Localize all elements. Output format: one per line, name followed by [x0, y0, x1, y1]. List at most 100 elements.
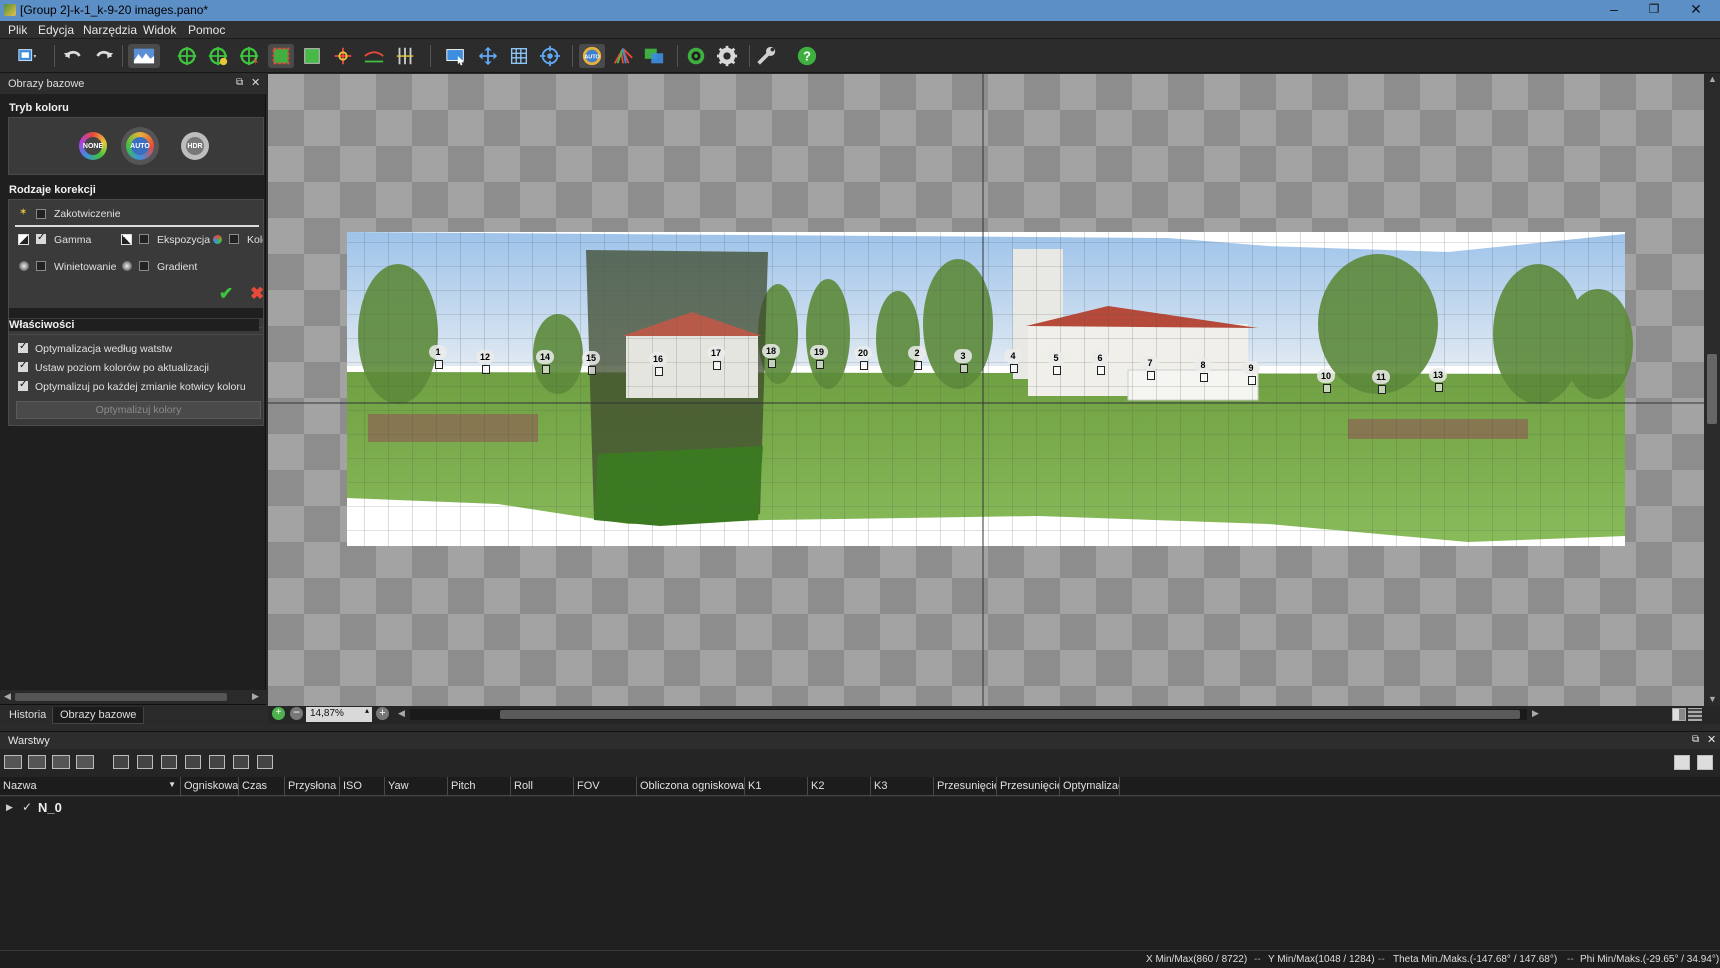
control-point[interactable]: 12 — [476, 350, 494, 376]
add-layer-icon[interactable] — [4, 755, 22, 769]
view-split-icon[interactable] — [1672, 708, 1686, 721]
zoom-input[interactable]: 14,87% ▴ — [306, 706, 372, 722]
mode-none-button[interactable]: NONE — [79, 132, 107, 160]
tab-historia[interactable]: Historia — [2, 707, 53, 724]
menu-edycja[interactable]: Edycja — [38, 23, 74, 37]
add-image-icon[interactable] — [113, 755, 129, 769]
filter-image-icon[interactable] — [209, 755, 225, 769]
settings-icon[interactable] — [714, 44, 740, 68]
layers-float-icon[interactable]: ⧉ — [1692, 734, 1699, 745]
control-point-move-icon[interactable] — [236, 44, 262, 68]
col-pitch[interactable]: Pitch — [448, 777, 511, 796]
zoom-fit-icon[interactable]: + — [272, 707, 285, 720]
control-point[interactable]: 8 — [1194, 358, 1212, 384]
col-optimize[interactable]: Optymalizac — [1060, 777, 1120, 796]
vertical-lines-icon[interactable] — [392, 44, 418, 68]
horizon-icon[interactable] — [361, 44, 387, 68]
layers-close-icon[interactable]: ✕ — [1707, 733, 1716, 746]
gradient-checkbox[interactable] — [139, 261, 149, 271]
control-point[interactable]: 5 — [1047, 351, 1065, 377]
col-k2[interactable]: K2 — [808, 777, 871, 796]
exposure-checkbox[interactable] — [139, 234, 149, 244]
base-image-icon[interactable] — [185, 755, 201, 769]
apply-icon[interactable]: ✔ — [219, 284, 233, 304]
tools-icon[interactable] — [753, 44, 779, 68]
vignetting-checkbox[interactable] — [36, 261, 46, 271]
target-icon[interactable] — [537, 44, 563, 68]
col-k3[interactable]: K3 — [871, 777, 934, 796]
control-point[interactable]: 7 — [1141, 356, 1159, 382]
crop-icon[interactable] — [268, 44, 294, 68]
grid-icon[interactable] — [506, 44, 532, 68]
control-point[interactable]: 11 — [1372, 370, 1390, 396]
settings-layer-icon[interactable] — [76, 755, 94, 769]
cancel-icon[interactable]: ✖ — [250, 284, 263, 304]
view-grid-icon[interactable] — [1688, 708, 1702, 721]
control-point[interactable]: 6 — [1091, 351, 1109, 377]
control-point[interactable]: 10 — [1317, 369, 1335, 395]
control-point[interactable]: 4 — [1004, 349, 1022, 375]
control-point[interactable]: 17 — [707, 346, 725, 372]
anchor-checkbox[interactable] — [36, 209, 46, 219]
help-icon[interactable]: ? — [794, 44, 820, 68]
col-focal[interactable]: Ogniskowa — [181, 777, 239, 796]
color-checkbox[interactable] — [229, 234, 239, 244]
col-shift-x[interactable]: Przesunięcie — [934, 777, 997, 796]
move-icon[interactable] — [475, 44, 501, 68]
menu-widok[interactable]: Widok — [143, 23, 176, 37]
control-point[interactable]: 15 — [582, 351, 600, 377]
canvas-vertical-scrollbar[interactable]: ▲ ▼ — [1704, 74, 1720, 708]
col-aperture[interactable]: Przysłona — [285, 777, 340, 796]
remove-layer-icon[interactable] — [28, 755, 46, 769]
col-fov[interactable]: FOV — [574, 777, 637, 796]
control-point[interactable]: 3 — [954, 349, 972, 375]
menu-narzedzia[interactable]: Narzędzia — [83, 23, 137, 37]
control-point[interactable]: 14 — [536, 350, 554, 376]
menu-plik[interactable]: Plik — [8, 23, 27, 37]
optimize-colors-button[interactable]: Optymalizuj kolory — [16, 401, 261, 419]
panel-layout-alt-icon[interactable] — [1697, 755, 1713, 770]
col-calc-focal[interactable]: Obliczona ogniskowa — [637, 777, 745, 796]
control-point[interactable]: 2 — [908, 346, 926, 372]
table-row[interactable]: ▶ ✓ N_0 — [0, 799, 300, 817]
expand-icon[interactable]: ▶ — [6, 802, 13, 813]
visible-checkbox[interactable]: ✓ — [22, 800, 32, 814]
control-point-optimize-icon[interactable] — [205, 44, 231, 68]
control-point[interactable]: 16 — [649, 352, 667, 378]
float-icon[interactable]: ⧉ — [236, 77, 243, 88]
layout-icon[interactable] — [8, 44, 48, 68]
close-button[interactable]: ✕ — [1676, 0, 1716, 21]
minimize-button[interactable]: – — [1594, 0, 1634, 21]
control-point[interactable]: 1 — [429, 345, 447, 371]
center-icon[interactable] — [330, 44, 356, 68]
sort-image-icon[interactable] — [257, 755, 273, 769]
fit-icon[interactable] — [299, 44, 325, 68]
scroll-left-icon[interactable]: ◀ — [398, 708, 405, 719]
control-point[interactable]: 13 — [1429, 368, 1447, 394]
control-point[interactable]: 9 — [1242, 361, 1260, 387]
color-wheel-icon[interactable] — [610, 44, 636, 68]
panorama-canvas[interactable]: 1 12 14 15 16 17 18 19 20 2 3 4 5 6 7 8 9 10 11 13 — [268, 74, 1704, 708]
canvas-horizontal-scrollbar[interactable] — [410, 709, 1527, 720]
maximize-button[interactable]: ❐ — [1634, 0, 1674, 21]
text-image-icon[interactable] — [233, 755, 249, 769]
control-point-add-icon[interactable] — [174, 44, 200, 68]
opt-layers-checkbox[interactable] — [18, 341, 28, 353]
remove-image-icon[interactable] — [137, 755, 153, 769]
control-point[interactable]: 19 — [810, 345, 828, 371]
menu-pomoc[interactable]: Pomoc — [188, 23, 225, 37]
gamma-checkbox[interactable] — [36, 232, 46, 244]
mode-auto-button[interactable]: AUTO — [126, 132, 154, 160]
tab-obrazy-bazowe[interactable]: Obrazy bazowe — [52, 707, 145, 724]
col-k1[interactable]: K1 — [745, 777, 808, 796]
control-point[interactable]: 20 — [854, 346, 872, 372]
left-horizontal-scrollbar[interactable]: ◀ ▶ — [0, 690, 266, 704]
opt-each-checkbox[interactable] — [18, 379, 28, 391]
edit-layer-icon[interactable] — [52, 755, 70, 769]
panorama-icon[interactable] — [128, 44, 160, 68]
panel-layout-icon[interactable] — [1674, 755, 1690, 770]
scroll-right-icon[interactable]: ▶ — [1532, 708, 1539, 719]
close-panel-icon[interactable]: ✕ — [251, 76, 260, 89]
zoom-in-icon[interactable]: + — [376, 707, 389, 720]
control-point[interactable]: 18 — [762, 344, 780, 370]
